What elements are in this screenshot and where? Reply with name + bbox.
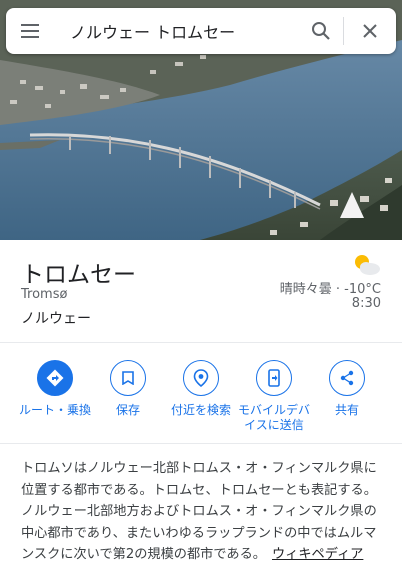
close-icon (363, 24, 377, 38)
send-to-phone-label: モバイルデバイスに送信 (237, 403, 310, 432)
directions-icon-circle (37, 360, 73, 396)
place-country: ノルウェー (21, 311, 91, 327)
bookmark-icon-circle (110, 360, 146, 396)
send-to-phone-icon-circle (256, 360, 292, 396)
share-button[interactable]: 共有 (307, 360, 387, 418)
close-button[interactable] (344, 8, 396, 54)
search-icon (312, 22, 330, 40)
action-bar: ルート・乗換 保存 付近を検索 モバイルデバイスに送信 共有 (0, 343, 402, 443)
divider (0, 443, 402, 444)
search-button[interactable] (299, 8, 343, 54)
menu-button[interactable] (6, 8, 56, 54)
directions-icon (46, 369, 64, 387)
place-title: トロムセー (21, 262, 136, 288)
save-label: 保存 (115, 403, 140, 417)
place-header: トロムセー Tromsø ノルウェー 晴時々曇 · -10°C 8:30 (0, 240, 402, 342)
directions-button[interactable]: ルート・乗換 (15, 360, 95, 418)
weather-condition: 晴時々曇 · -10°C (279, 282, 381, 297)
send-to-phone-button[interactable]: モバイルデバイスに送信 (234, 360, 314, 433)
share-icon (340, 370, 354, 386)
nearby-icon (193, 369, 209, 387)
send-to-phone-icon (268, 369, 280, 387)
place-native-name: Tromsø (21, 287, 68, 302)
search-input[interactable]: ノルウェー トロムセー (56, 19, 299, 43)
local-time: 8:30 (351, 296, 381, 311)
nearby-button[interactable]: 付近を検索 (161, 360, 241, 418)
save-button[interactable]: 保存 (88, 360, 168, 418)
partly-cloudy-icon (355, 255, 380, 275)
nearby-icon-circle (183, 360, 219, 396)
search-bar: ノルウェー トロムセー (6, 8, 396, 54)
place-description: トロムソはノルウェー北部トロムス・オ・フィンマルク県に位置する都市である。トロム… (21, 458, 383, 566)
share-label: 共有 (334, 403, 359, 417)
nearby-label: 付近を検索 (170, 403, 231, 417)
share-icon-circle (329, 360, 365, 396)
bookmark-icon (122, 371, 134, 385)
directions-label: ルート・乗換 (18, 403, 91, 417)
menu-icon (21, 24, 39, 38)
wikipedia-link[interactable]: ウィキペディア (272, 547, 363, 562)
